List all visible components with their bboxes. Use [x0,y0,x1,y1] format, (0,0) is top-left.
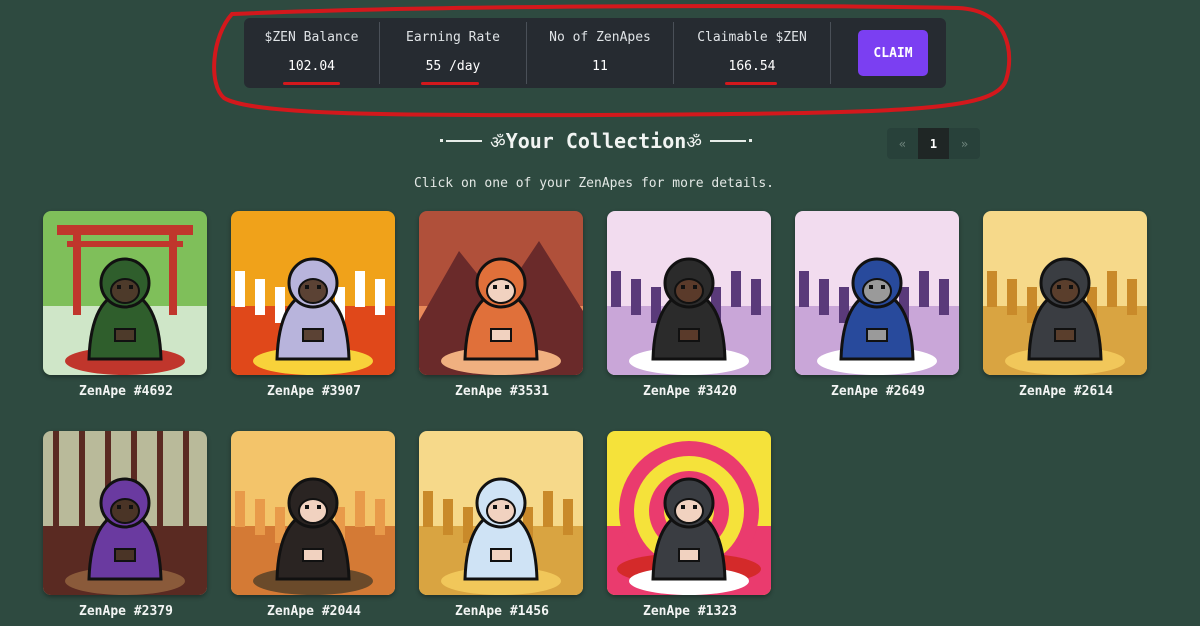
ape-image[interactable] [231,431,395,595]
stats-panel: $ZEN Balance 102.04 Earning Rate 55 /day… [244,18,946,88]
ape-image[interactable] [419,211,583,375]
count-value: 11 [592,59,608,74]
heading-rule [709,139,752,142]
claimable-value: 166.54 [728,59,776,74]
ape-card[interactable]: ZenApe #3907 [231,211,397,399]
ape-image[interactable] [419,431,583,595]
rate-value: 55 /day [425,59,481,74]
om-icon: ॐ [686,133,702,153]
annotation-underline [421,82,479,85]
ape-name: ZenApe #2649 [831,384,925,399]
collection-subtitle: Click on one of your ZenApes for more de… [413,176,775,191]
om-icon: ॐ [490,133,506,153]
ape-illustration [607,211,771,375]
ape-image[interactable] [607,211,771,375]
heading-rule [440,139,483,142]
ape-image[interactable] [43,431,207,595]
ape-name: ZenApe #4692 [79,384,173,399]
ape-name: ZenApe #1456 [455,604,549,619]
ape-illustration [419,211,583,375]
ape-name: ZenApe #3907 [267,384,361,399]
prev-page-button[interactable]: « [887,128,918,159]
balance-value: 102.04 [288,59,335,74]
ape-card[interactable]: ZenApe #3420 [607,211,773,399]
ape-illustration [231,211,395,375]
ape-name: ZenApe #2614 [1019,384,1113,399]
ape-card[interactable]: ZenApe #2614 [983,211,1149,399]
ape-card[interactable]: ZenApe #2379 [43,431,209,619]
collection-heading: ॐYour Collectionॐ [436,128,756,154]
ape-image[interactable] [795,211,959,375]
ape-name: ZenApe #3420 [643,384,737,399]
ape-card[interactable]: ZenApe #1323 [607,431,773,619]
annotation-underline [283,82,340,85]
ape-card[interactable]: ZenApe #1456 [419,431,585,619]
ape-illustration [607,431,771,595]
ape-name: ZenApe #1323 [643,604,737,619]
balance-label: $ZEN Balance [264,30,359,45]
ape-card[interactable]: ZenApe #2044 [231,431,397,619]
ape-illustration [419,431,583,595]
ape-image[interactable] [983,211,1147,375]
balance-stat: $ZEN Balance 102.04 [244,18,379,88]
ape-illustration [43,211,207,375]
ape-card[interactable]: ZenApe #3531 [419,211,585,399]
claimable-stat: Claimable $ZEN 166.54 [674,18,830,88]
divider [830,22,831,84]
ape-card[interactable]: ZenApe #2649 [795,211,961,399]
count-label: No of ZenApes [549,30,651,45]
claimable-label: Claimable $ZEN [697,30,807,45]
ape-illustration [231,431,395,595]
ape-name: ZenApe #3531 [455,384,549,399]
ape-name: ZenApe #2379 [79,604,173,619]
collection-title: ॐYour Collectionॐ [482,129,710,153]
ape-illustration [983,211,1147,375]
ape-image[interactable] [43,211,207,375]
page-1-button[interactable]: 1 [918,128,949,159]
claim-button[interactable]: CLAIM [858,30,928,76]
ape-illustration [795,211,959,375]
pagination: « 1 » [887,128,980,159]
ape-name: ZenApe #2044 [267,604,361,619]
ape-image[interactable] [231,211,395,375]
annotation-underline [725,82,777,85]
ape-illustration [43,431,207,595]
ape-card[interactable]: ZenApe #4692 [43,211,209,399]
collection-title-text: Your Collection [505,129,687,153]
ape-image[interactable] [607,431,771,595]
rate-stat: Earning Rate 55 /day [380,18,526,88]
count-stat: No of ZenApes 11 [527,18,673,88]
rate-label: Earning Rate [406,30,500,45]
next-page-button[interactable]: » [949,128,980,159]
